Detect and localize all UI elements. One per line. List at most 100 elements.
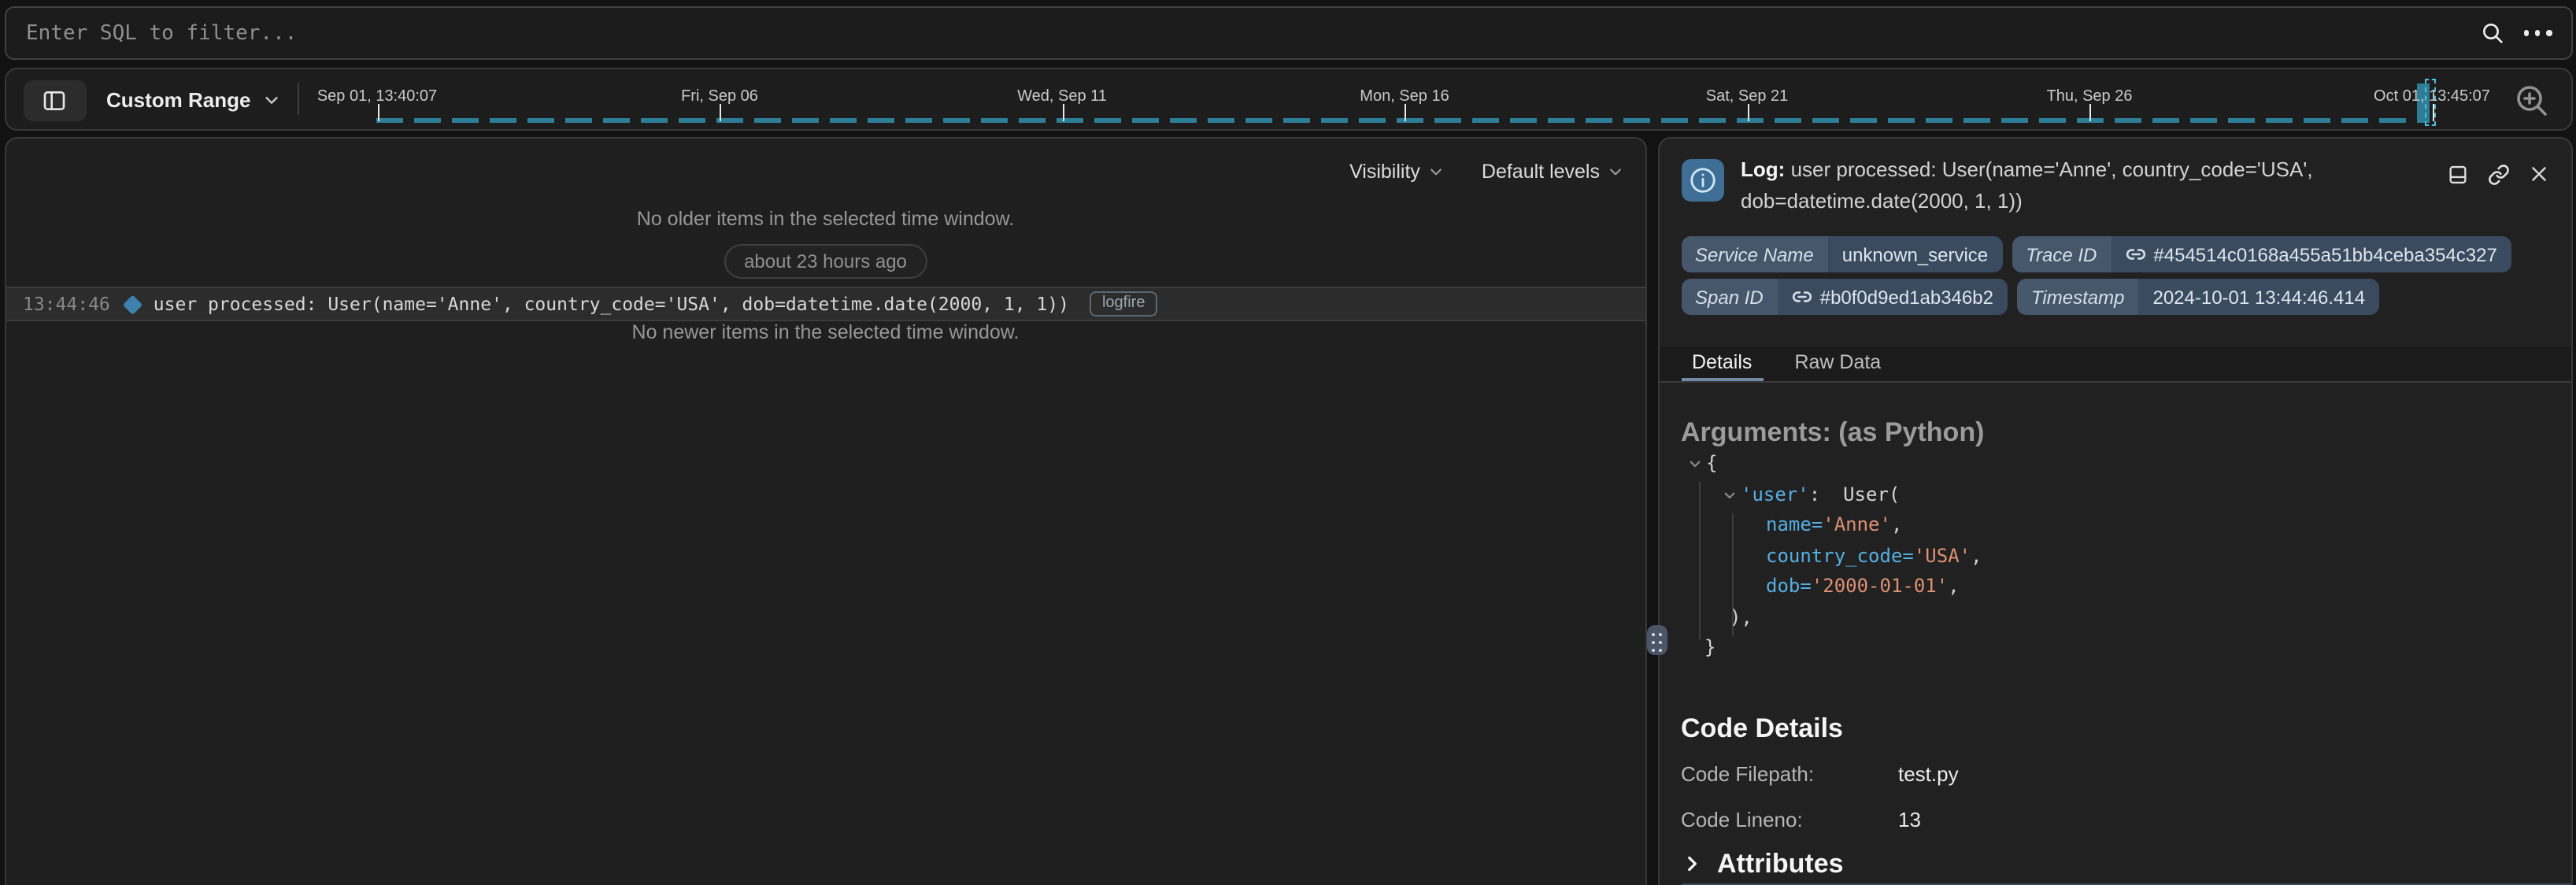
code-token: : [1809,483,1843,505]
arguments-heading: Arguments: (as Python) [1681,417,2548,449]
tab-raw-data[interactable]: Raw Data [1783,346,1892,381]
timeline-tick-label: Fri, Sep 06 [681,88,758,106]
arguments-heading-sub: (as Python) [1838,417,1984,447]
code-token: , [1971,544,1982,566]
meta-badges: Service Nameunknown_service Trace ID#4545… [1681,236,2548,315]
tab-details[interactable]: Details [1681,346,1763,381]
badge-link-icon [2125,244,2145,265]
panel-resize-handle[interactable] [1646,625,1667,655]
log-row-tag[interactable]: logfire [1090,291,1158,317]
timeline-tick-mark [720,104,721,121]
timeline-tick-label: Mon, Sep 16 [1360,88,1449,106]
code-token: } [1704,636,1715,658]
timeline-bar: Custom Range Sep 01, 13:40:07Fri, Sep 06… [4,68,2572,131]
timeline-tick-label: Oct 01, 13:45:07 [2374,88,2490,106]
badge-label: Service Name [1681,236,1828,272]
attributes-heading: Attributes [1717,848,1844,879]
badge-value: 2024-10-01 13:44:46.414 [2138,286,2379,308]
no-newer-items-note: No newer items in the selected time wind… [6,322,1645,343]
close-icon[interactable] [2528,164,2548,184]
code-token: country_code= [1766,544,1914,566]
code-token: name= [1766,513,1823,535]
detail-tabs: Details Raw Data [1659,346,2570,383]
code-token: , [1948,575,1959,597]
badge-label: Timestamp [2017,279,2139,315]
zoom-in-icon[interactable] [2512,82,2550,120]
arguments-code-tree: {'user': User(name='Anne',country_code='… [1681,449,2548,664]
timeline-tick-mark [1405,104,1406,121]
visibility-dropdown[interactable]: Visibility [1349,160,1444,182]
log-list-panel: Visibility Default levels No older items… [4,136,1647,885]
chevron-down-icon [1428,163,1444,179]
code-token: 'Anne' [1823,513,1891,535]
detail-title-text: user processed: User(name='Anne', countr… [1741,157,2313,212]
sql-filter-bar [4,6,2572,60]
timeline-tick-mark [1747,104,1749,121]
code-line: { [1681,449,2548,480]
code-line: ), [1681,602,2548,633]
resize-handle-icon [1652,632,1655,635]
code-line: name='Anne', [1681,510,2548,541]
code-token: ), [1730,605,1752,628]
badge-link-icon [1792,287,1812,307]
visibility-label: Visibility [1349,160,1420,182]
badge-value: unknown_service [1828,243,2002,265]
code-line: } [1681,633,2548,664]
code-detail-label: Code Filepath: [1681,750,1898,796]
code-detail-value: 13 [1898,796,2548,842]
code-token: 'USA' [1914,544,1971,566]
code-line: country_code='USA', [1681,541,2548,572]
badge-timestamp: Timestamp2024-10-01 13:44:46.414 [2017,279,2379,315]
code-token: dob= [1766,575,1812,597]
time-ago-badge: about 23 hours ago [724,243,927,278]
badge-value: #b0f0d9ed1ab346b2 [1778,286,2008,308]
code-token: '2000-01-01' [1812,575,1948,597]
tree-chevron-icon[interactable] [1687,457,1701,471]
timeline-tick-mark [2089,104,2091,121]
no-older-items-note: No older items in the selected time wind… [6,209,1645,229]
badge-label: Trace ID [2012,236,2111,272]
sql-filter-input[interactable] [4,6,2572,60]
link-icon[interactable] [2487,164,2509,186]
code-line: 'user': User( [1681,480,2548,510]
timeline-tick-label: Wed, Sep 11 [1017,88,1107,106]
code-line: dob='2000-01-01', [1681,572,2548,602]
timeline-activity-dashes [376,117,2416,123]
info-icon [1681,159,1723,202]
timeline-tick-label: Sep 01, 13:40:07 [317,88,437,106]
code-token: { [1706,452,1717,474]
badge-trace-id[interactable]: Trace ID#454514c0168a455a51bb4ceba354c32… [2012,236,2511,272]
code-token: User( [1843,483,1900,505]
badge-label: Span ID [1681,279,1778,315]
attributes-chevron-icon [1681,854,1701,874]
logfire-app: Custom Range Sep 01, 13:40:07Fri, Sep 06… [0,0,2576,885]
log-row-timestamp: 13:44:46 [23,293,110,315]
log-row-message: user processed: User(name='Anne', countr… [154,293,1069,315]
search-icon[interactable] [2479,20,2504,46]
log-row[interactable]: 13:44:46 user processed: User(name='Anne… [6,287,1645,320]
log-level-diamond-icon [123,294,142,313]
default-levels-label: Default levels [1482,160,1600,182]
timeline-tick-mark [2432,104,2434,121]
chevron-down-icon [1608,163,1623,179]
tree-chevron-icon[interactable] [1722,487,1736,502]
timeline-tick-label: Thu, Sep 26 [2047,88,2133,106]
more-options-icon[interactable] [2523,30,2552,35]
timeline-track[interactable]: Sep 01, 13:40:07 Fri, Sep 06 Wed, Sep 11 Mo… [6,69,2570,129]
detail-title: Log: user processed: User(name='Anne', c… [1741,154,2374,216]
attributes-section-toggle[interactable]: Attributes [1681,848,2548,879]
timeline-tick-mark [377,104,379,121]
code-token: , [1891,513,1902,535]
main-area: Visibility Default levels No older items… [4,136,2572,885]
badge-service-name: Service Nameunknown_service [1681,236,2002,272]
dock-panel-icon[interactable] [2446,164,2468,186]
code-details-rows: Code Filepath:test.pyCode Lineno:13 [1681,750,2548,842]
detail-title-prefix: Log: [1741,157,1785,181]
badge-span-id[interactable]: Span ID#b0f0d9ed1ab346b2 [1681,279,2008,315]
log-detail-panel: Log: user processed: User(name='Anne', c… [1657,136,2572,885]
code-details-heading: Code Details [1681,711,2548,744]
arguments-heading-main: Arguments: [1681,417,1831,447]
timeline-tick-mark [1062,104,1064,121]
code-token: 'user' [1741,483,1809,505]
default-levels-dropdown[interactable]: Default levels [1482,160,1623,182]
